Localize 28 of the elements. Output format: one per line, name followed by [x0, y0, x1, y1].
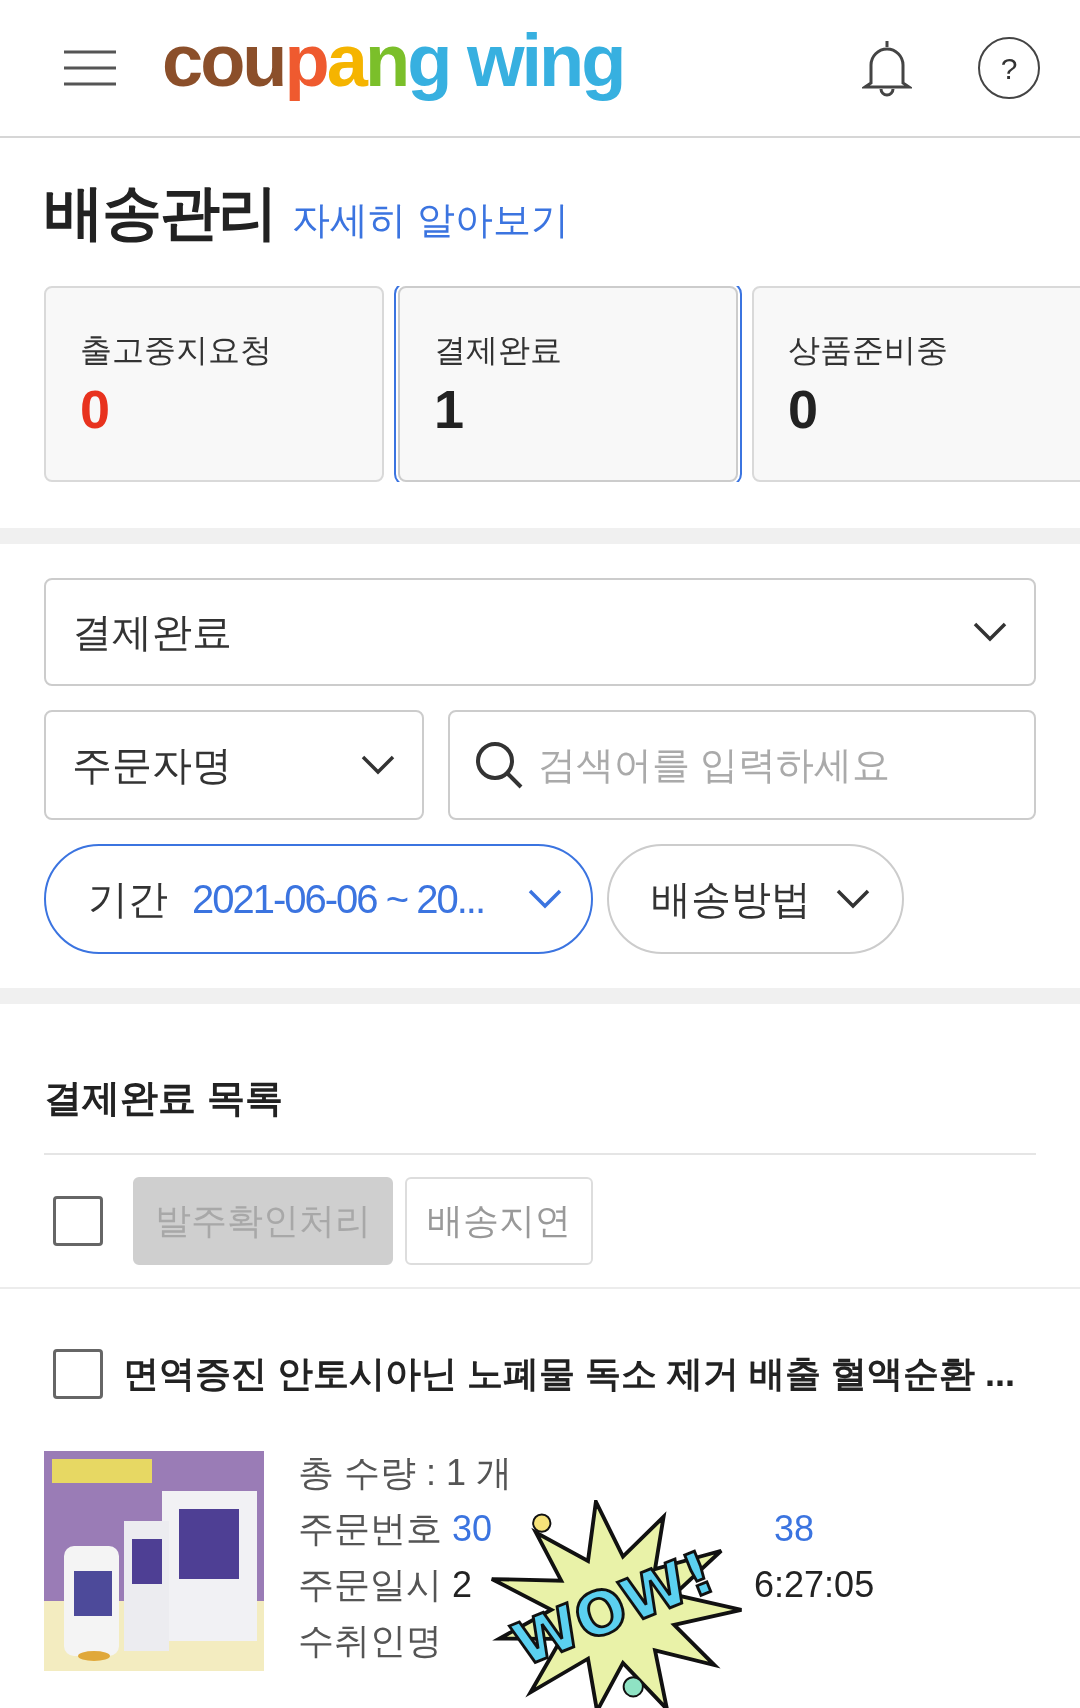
- search-icon: [473, 740, 524, 790]
- status-label: 결제완료: [434, 331, 563, 370]
- chevron-down-icon: [835, 888, 871, 910]
- chevron-down-icon: [972, 621, 1008, 643]
- status-card[interactable]: 상품준비중 0: [752, 286, 1080, 482]
- help-button[interactable]: ?: [978, 37, 1040, 99]
- bell-icon[interactable]: [862, 39, 912, 97]
- order-detail: 총 수량 : 1 개: [298, 1451, 514, 1495]
- search-type-select[interactable]: 주문자명: [44, 710, 424, 820]
- status-count: 0: [788, 378, 820, 441]
- product-name: 면역증진 안토시아닌 노폐물 독소 제거 배출 혈액순환 ...: [123, 1352, 1016, 1396]
- search-field[interactable]: 검색어를 입력하세요: [447, 710, 1036, 820]
- period-filter[interactable]: 기간 2021-06-06 ~ 20...: [44, 844, 593, 954]
- status-label: 출고중지요청: [80, 331, 273, 370]
- status-count: 1: [434, 378, 466, 441]
- order-checkbox[interactable]: [53, 1349, 103, 1399]
- shipping-method-filter[interactable]: 배송방법: [607, 844, 904, 954]
- menu-icon[interactable]: [64, 50, 116, 86]
- status-card[interactable]: 출고중지요청 0: [44, 286, 384, 482]
- status-select[interactable]: 결제완료: [44, 578, 1036, 686]
- status-count: 0: [80, 378, 112, 441]
- page-title: 배송관리: [44, 178, 276, 248]
- learn-more-link[interactable]: 자세히 알아보기: [292, 192, 569, 249]
- chevron-down-icon: [359, 754, 396, 776]
- select-all-checkbox[interactable]: [53, 1196, 103, 1246]
- status-label: 상품준비중: [788, 331, 949, 370]
- list-title: 결제완료 목록: [44, 1070, 1036, 1155]
- chevron-down-icon: [527, 888, 563, 910]
